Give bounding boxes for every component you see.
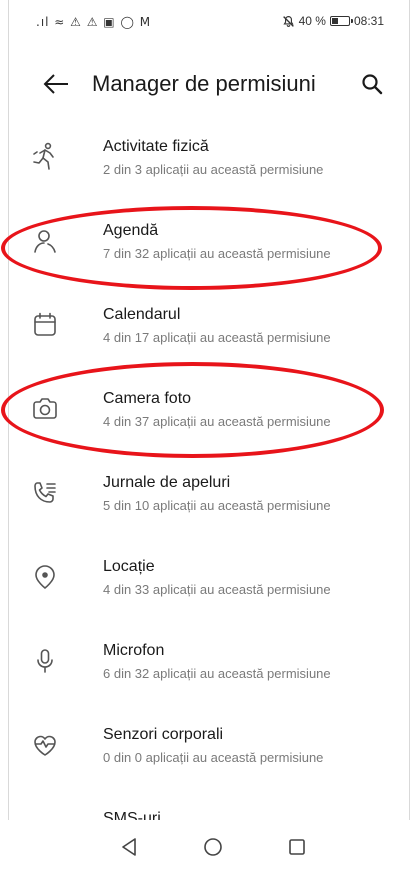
permission-item-calendarul[interactable]: Calendarul 4 din 17 aplicații au această…	[0, 288, 416, 372]
circle-home-icon	[204, 838, 222, 856]
permission-detail: 2 din 3 aplicații au această permisiune	[103, 162, 324, 177]
status-icons: .ıl ≈ ⚠ ⚠ ▣ ◯ M	[36, 15, 152, 29]
permission-title: Camera foto	[103, 390, 192, 407]
permission-detail: 4 din 17 aplicații au această permisiune	[103, 330, 331, 345]
back-button[interactable]	[38, 66, 74, 102]
permission-item-agenda[interactable]: Agendă 7 din 32 aplicații au această per…	[0, 204, 416, 288]
permission-detail: 7 din 32 aplicații au această permisiune	[103, 246, 331, 261]
permission-item-microfon[interactable]: Microfon 6 din 32 aplicații au această p…	[0, 624, 416, 708]
screen: .ıl ≈ ⚠ ⚠ ▣ ◯ M 40 % 08:31 Manager de pe…	[0, 0, 416, 874]
permission-title: Jurnale de apeluri	[103, 474, 231, 491]
permission-title: Microfon	[103, 642, 165, 659]
permission-item-jurnale-de-apeluri[interactable]: Jurnale de apeluri 5 din 10 aplicații au…	[0, 456, 416, 540]
permission-detail: 5 din 10 aplicații au această permisiune	[103, 498, 331, 513]
calendar-icon	[30, 310, 60, 340]
permission-detail: 0 din 0 aplicații au această permisiune	[103, 750, 324, 765]
permission-detail: 4 din 33 aplicații au această permisiune	[103, 582, 331, 597]
app-bar: Manager de permisiuni	[0, 56, 416, 112]
camera-icon	[30, 394, 60, 424]
permission-title: Activitate fizică	[103, 138, 209, 155]
running-person-icon	[30, 142, 60, 172]
location-icon	[30, 562, 60, 592]
battery-icon	[329, 16, 353, 26]
permission-list: Activitate fizică 2 din 3 aplicații au a…	[0, 120, 416, 874]
nav-home-button[interactable]	[196, 830, 230, 864]
battery-percent: 40 %	[298, 14, 326, 28]
permission-title: Agendă	[103, 222, 159, 239]
search-icon	[362, 74, 383, 95]
page-title: Manager de permisiuni	[92, 71, 316, 96]
permission-item-senzori-corporali[interactable]: Senzori corporali 0 din 0 aplicații au a…	[0, 708, 416, 792]
permission-title: Calendarul	[103, 306, 181, 323]
permission-title: Senzori corporali	[103, 726, 224, 743]
search-button[interactable]	[354, 66, 390, 102]
nav-recents-button[interactable]	[280, 830, 314, 864]
permission-item-activitate-fizica[interactable]: Activitate fizică 2 din 3 aplicații au a…	[0, 120, 416, 204]
permission-detail: 4 din 37 aplicații au această permisiune	[103, 414, 331, 429]
clock: 08:31	[353, 14, 384, 28]
microphone-icon	[30, 646, 60, 676]
permission-item-locatie[interactable]: Locație 4 din 33 aplicații au această pe…	[0, 540, 416, 624]
arrow-left-icon	[43, 74, 68, 94]
permission-title: Locație	[103, 558, 155, 575]
permission-detail: 6 din 32 aplicații au această permisiune	[103, 666, 331, 681]
status-right: 40 % 08:31	[282, 14, 384, 28]
heart-sensor-icon	[30, 730, 60, 760]
square-recents-icon	[289, 839, 305, 855]
permission-item-camera-foto[interactable]: Camera foto 4 din 37 aplicații au aceast…	[0, 372, 416, 456]
status-bar: .ıl ≈ ⚠ ⚠ ▣ ◯ M 40 % 08:31	[0, 0, 416, 44]
navigation-bar	[0, 820, 416, 874]
contacts-icon	[30, 226, 60, 256]
nav-back-button[interactable]	[112, 830, 146, 864]
mute-icon	[282, 15, 294, 27]
call-log-icon	[30, 478, 60, 508]
triangle-back-icon	[122, 838, 136, 856]
